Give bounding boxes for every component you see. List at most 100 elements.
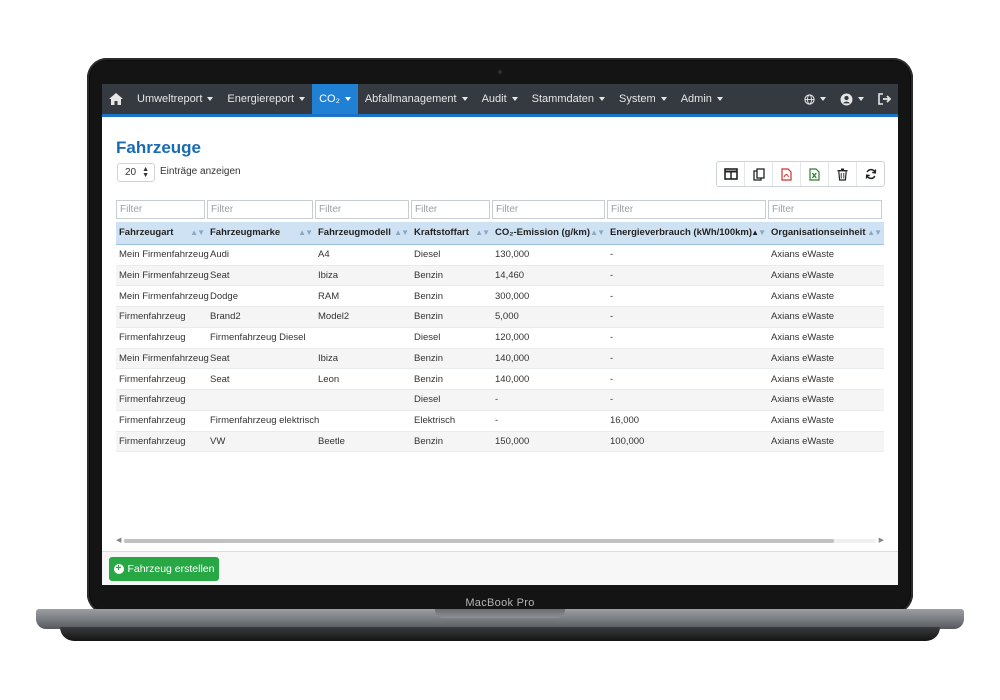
sort-icon[interactable]: ▲▼ [190, 222, 205, 244]
filter-input[interactable]: Filter [411, 200, 490, 219]
excel-button[interactable] [801, 162, 829, 186]
table-cell: VW [210, 435, 226, 447]
table-cell: Mein Firmenfahrzeug [119, 352, 209, 364]
chevron-down-icon [299, 97, 306, 101]
user-icon[interactable] [833, 84, 871, 114]
table-cell: Elektrisch [414, 415, 456, 426]
table-row[interactable]: Mein Firmenfahrzeug Dodge RAM Benzin 300,000… [116, 287, 884, 308]
table-cell: 140,000 [495, 373, 530, 385]
table-row[interactable]: Firmenfahrzeug Seat Leon Benzin 140,000 - Axia… [116, 370, 884, 391]
column-header-label: Fahrzeugart [119, 227, 174, 238]
camera [498, 70, 502, 74]
screen: Umweltreport Energiereport CO₂ Abfallmanage… [102, 84, 898, 585]
nav-item-3[interactable]: Abfallmanagement [358, 84, 475, 114]
nav-item-label: CO₂ [319, 93, 340, 105]
sort-icon[interactable]: ▲▼ [298, 222, 313, 244]
filter-input[interactable]: Filter [607, 200, 766, 219]
nav-item-1[interactable]: Energiereport [220, 84, 312, 114]
table-row[interactable]: Firmenfahrzeug Diesel - - Axians eWaste [116, 390, 884, 411]
column-header[interactable]: Organisationseinheit ▲▼ [768, 222, 884, 244]
scroll-left-icon[interactable]: ◀ [116, 536, 121, 544]
table-toolbar [716, 161, 885, 187]
delete-button[interactable] [829, 162, 857, 186]
table-cell: Seat [210, 352, 230, 364]
table-cell: - [610, 332, 614, 343]
filter-input[interactable]: Filter [315, 200, 409, 219]
table-cell: Dodge [210, 290, 238, 302]
table-cell: 150,000 [495, 435, 530, 447]
nav-item-label: System [619, 93, 656, 105]
table-cell: Seat [210, 269, 230, 281]
table-cell: Brand2 [210, 311, 241, 323]
nav-item-label: Admin [680, 93, 712, 105]
filter-input[interactable]: Filter [207, 200, 313, 219]
column-header-label: Energieverbrauch (kWh/100km) [610, 227, 753, 238]
refresh-icon [865, 168, 876, 180]
sort-icon[interactable]: ▲▼ [751, 222, 766, 244]
table-row[interactable]: Firmenfahrzeug Firmenfahrzeug Diesel Diese… [116, 328, 884, 349]
nav-item-0[interactable]: Umweltreport [130, 84, 220, 114]
nav-item-7[interactable]: Admin [674, 84, 730, 114]
table-cell: Firmenfahrzeug [119, 435, 186, 447]
copy-button[interactable] [745, 162, 773, 186]
scrollbar-thumb[interactable] [124, 539, 834, 543]
table-cell: - [610, 290, 614, 302]
chevron-down-icon [858, 97, 864, 101]
table-row[interactable]: Firmenfahrzeug Firmenfahrzeug elektrisch E… [116, 411, 884, 432]
table-cell: Mein Firmenfahrzeug [119, 269, 209, 281]
globe-icon[interactable] [797, 84, 833, 114]
table-row[interactable]: Firmenfahrzeug VW Beetle Benzin 150,000 100,0… [116, 431, 884, 453]
column-header[interactable]: CO₂-Emission (g/km) ▲▼ [492, 222, 607, 244]
table-row[interactable]: Mein Firmenfahrzeug Audi A4 Diesel 130,000 - A… [116, 245, 884, 266]
logout-icon[interactable] [871, 84, 898, 114]
table-cell: - [610, 249, 614, 260]
filter-input[interactable]: Filter [768, 200, 882, 219]
nav-item-5[interactable]: Stammdaten [525, 84, 612, 114]
table-cell: Firmenfahrzeug [119, 332, 186, 343]
column-header[interactable]: Fahrzeugart ▲▼ [116, 222, 207, 244]
scroll-right-icon[interactable]: ▶ [879, 536, 884, 544]
column-header[interactable]: Fahrzeugmodell ▲▼ [315, 222, 411, 244]
chevron-down-icon [820, 97, 826, 101]
chevron-down-icon [344, 97, 351, 101]
nav-item-6[interactable]: System [612, 84, 674, 114]
filter-input[interactable]: Filter [492, 200, 605, 219]
table-cell: - [495, 394, 499, 406]
table-row[interactable]: Firmenfahrzeug Brand2 Model2 Benzin 5,000 - Ax… [116, 307, 884, 328]
columns-button[interactable] [717, 162, 745, 186]
sort-icon[interactable]: ▲▼ [475, 222, 490, 244]
create-vehicle-button[interactable]: + Fahrzeug erstellen [109, 557, 219, 581]
chevron-down-icon [660, 97, 667, 101]
refresh-button[interactable] [857, 162, 884, 186]
table-cell: Benzin [414, 435, 444, 447]
table-cell: Benzin [414, 352, 444, 364]
table-cell: 300,000 [495, 290, 530, 302]
copy-icon [752, 167, 765, 181]
filter-input[interactable]: Filter [116, 200, 205, 219]
nav-item-2[interactable]: CO₂ [312, 84, 358, 114]
entries-per-page-select[interactable]: 20 ▲ ▼ [117, 163, 155, 182]
table-row[interactable]: Mein Firmenfahrzeug Seat Ibiza Benzin 140,00… [116, 348, 884, 370]
sort-icon[interactable]: ▲▼ [394, 222, 409, 244]
column-header[interactable]: Energieverbrauch (kWh/100km) ▲▼ [607, 222, 768, 244]
table-cell: Audi [210, 249, 230, 260]
column-header-label: CO₂-Emission (g/km) [495, 227, 591, 238]
horizontal-scrollbar[interactable]: ◀ ▶ [116, 536, 884, 544]
column-header[interactable]: Fahrzeugmarke ▲▼ [207, 222, 315, 244]
sort-icon[interactable]: ▲▼ [590, 222, 605, 244]
sort-icon[interactable]: ▲▼ [867, 222, 882, 244]
laptop-notch [435, 609, 565, 618]
table-cell: Axians eWaste [771, 311, 835, 323]
table-cell: Seat [210, 373, 230, 385]
home-icon[interactable] [102, 84, 130, 114]
table-cell: Axians eWaste [771, 290, 835, 302]
table-cell: RAM [318, 290, 340, 302]
table-cell: - [610, 311, 614, 323]
table-cell: Axians eWaste [771, 332, 835, 343]
table-row[interactable]: Mein Firmenfahrzeug Seat Ibiza Benzin 14,460… [116, 265, 884, 287]
table-cell: Firmenfahrzeug [119, 415, 186, 426]
table-cell: Model2 [318, 311, 350, 323]
column-header[interactable]: Kraftstoffart ▲▼ [411, 222, 492, 244]
nav-item-4[interactable]: Audit [475, 84, 525, 114]
pdf-button[interactable] [773, 162, 801, 186]
